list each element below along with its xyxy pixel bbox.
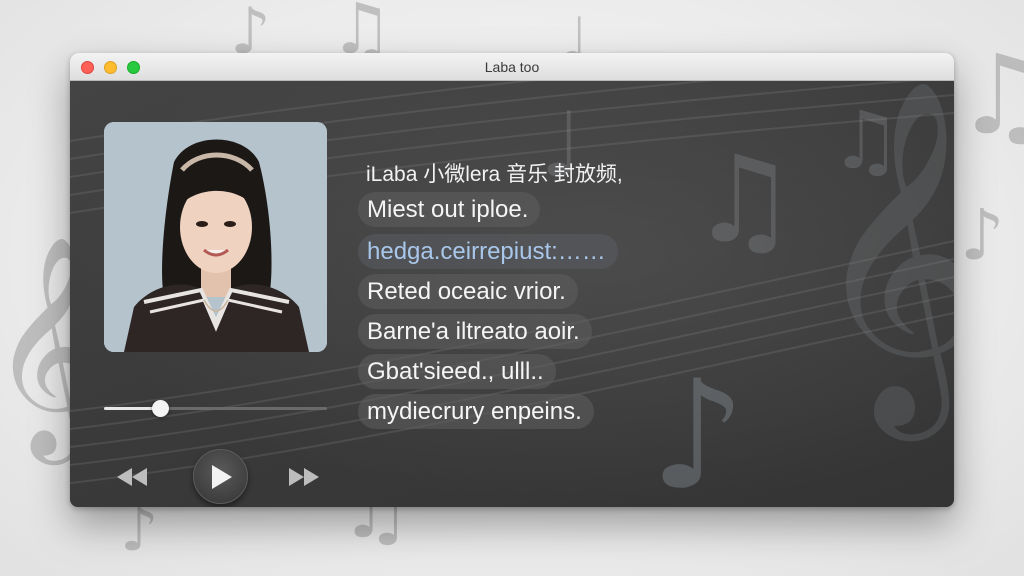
artist-portrait-image: [104, 122, 327, 352]
music-note-icon: ♪: [120, 495, 159, 565]
playback-progress-slider[interactable]: [104, 399, 327, 417]
track-item[interactable]: mydiecrury enpeins.: [358, 394, 594, 429]
title-bar: Laba too: [70, 53, 954, 81]
track-item[interactable]: Reted oceaic vrior.: [358, 274, 578, 309]
track-item[interactable]: Miest out iploe.: [358, 192, 541, 227]
music-note-icon: ♫: [955, 31, 1024, 159]
play-icon: [211, 464, 232, 489]
music-note-icon: ♪: [650, 349, 746, 507]
next-track-button[interactable]: [286, 464, 322, 490]
track-item[interactable]: Barne'a iltreato aoir.: [358, 314, 592, 349]
fast-forward-icon: [289, 468, 319, 486]
music-note-icon: ♫: [690, 131, 798, 270]
previous-track-button[interactable]: [114, 464, 150, 490]
album-art: [104, 122, 327, 352]
rewind-icon: [117, 468, 147, 486]
music-note-icon: ♪: [960, 194, 1005, 276]
track-item-active[interactable]: hedga.ceirrepiust:……: [358, 234, 618, 269]
player-content: 𝄞 ♫ ♪ ♩ ♫ iLaba 小微lera 音乐 封放频, Miest out…: [70, 81, 954, 507]
window-title: Laba too: [484, 59, 540, 75]
track-item[interactable]: Gbat'sieed., ulll..: [358, 354, 556, 389]
music-note-icon: ♫: [830, 94, 902, 187]
player-window: Laba too 𝄞 ♫ ♪ ♩ ♫ iLaba 小微lera 音乐 封放频, …: [70, 53, 954, 507]
play-button[interactable]: [193, 449, 248, 504]
playlist-heading: iLaba 小微lera 音乐 封放频,: [366, 163, 623, 186]
progress-thumb[interactable]: [151, 400, 169, 417]
